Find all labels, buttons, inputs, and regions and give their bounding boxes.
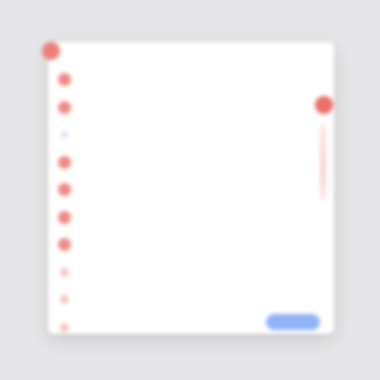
blue-dot-icon (61, 131, 68, 139)
red-circle-icon (60, 295, 69, 305)
dialog-panel (48, 42, 334, 334)
red-circle-icon (58, 238, 71, 252)
dialog-header (48, 42, 334, 66)
list-item[interactable] (58, 286, 298, 314)
list-item[interactable] (58, 121, 298, 149)
list-item[interactable] (58, 66, 298, 94)
item-list (58, 66, 298, 334)
list-item[interactable] (58, 231, 298, 259)
scrollbar[interactable] (320, 126, 326, 200)
red-circle-icon (58, 210, 71, 224)
list-item[interactable] (58, 204, 298, 232)
list-item[interactable] (58, 94, 298, 122)
screen (0, 0, 380, 380)
primary-button[interactable] (266, 314, 320, 330)
red-circle-icon (60, 267, 69, 277)
red-circle-icon (58, 73, 71, 87)
red-circle-icon (58, 100, 71, 114)
dialog-badge-icon (42, 42, 60, 60)
list-item[interactable] (58, 259, 298, 287)
list-item[interactable] (58, 314, 298, 335)
list-item[interactable] (58, 176, 298, 204)
red-circle-icon (58, 155, 71, 169)
notification-badge-icon[interactable] (315, 96, 333, 114)
red-circle-icon (60, 322, 69, 332)
red-circle-icon (58, 183, 71, 197)
list-item[interactable] (58, 149, 298, 177)
